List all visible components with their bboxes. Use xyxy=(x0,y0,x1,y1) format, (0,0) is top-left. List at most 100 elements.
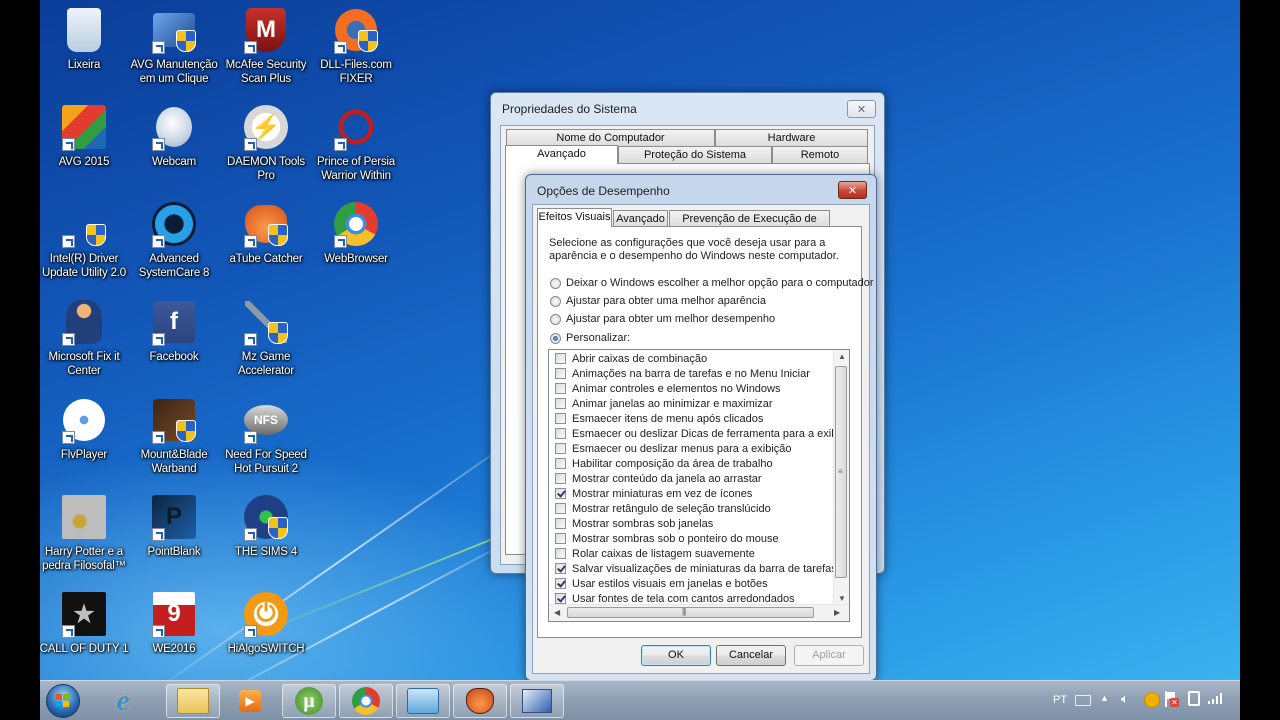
desktop-icon[interactable]: Mz Game Accelerator xyxy=(220,298,312,378)
checkbox[interactable] xyxy=(555,548,566,559)
radio-best-performance[interactable]: Ajustar para obter um melhor desempenho xyxy=(550,313,775,325)
vertical-scroll-thumb[interactable]: ≡ xyxy=(835,366,847,578)
action-center-flag-icon[interactable]: ✕ xyxy=(1165,691,1179,707)
tab-nome-do-computador[interactable]: Nome do Computador xyxy=(506,129,715,146)
checkbox[interactable] xyxy=(555,533,566,544)
effect-option[interactable]: Mostrar miniaturas em vez de ícones xyxy=(555,486,752,501)
visual-effects-list[interactable]: Abrir caixas de combinação Animações na b… xyxy=(548,349,850,622)
effect-option[interactable]: Mostrar retângulo de seleção translúcido xyxy=(555,501,771,516)
horizontal-scroll-thumb[interactable]: ||| xyxy=(567,607,814,618)
desktop-icon[interactable]: Lixeira xyxy=(40,6,130,72)
tab-protecao-do-sistema[interactable]: Proteção do Sistema xyxy=(618,146,772,163)
scroll-down-arrow-icon[interactable]: ▼ xyxy=(838,594,846,603)
radio-button[interactable] xyxy=(550,277,561,289)
tab-remoto[interactable]: Remoto xyxy=(772,146,868,163)
tab-avancado[interactable]: Avançado xyxy=(505,145,618,164)
desktop-icon[interactable]: P PointBlank xyxy=(128,493,220,559)
scroll-left-arrow-icon[interactable]: ◀ xyxy=(554,608,560,617)
checkbox[interactable] xyxy=(555,578,566,589)
taskbar-item[interactable] xyxy=(166,684,220,718)
desktop-icon[interactable]: AVG Manutenção em um Clique xyxy=(128,6,220,86)
close-button[interactable]: ✕ xyxy=(838,181,867,199)
volume-icon[interactable]: 🔈︎ xyxy=(1121,691,1129,707)
effect-option[interactable]: Mostrar conteúdo da janela ao arrastar xyxy=(555,471,762,486)
effect-option[interactable]: Salvar visualizações de miniaturas da ba… xyxy=(555,561,837,576)
checkbox[interactable] xyxy=(555,398,566,409)
effect-option[interactable]: Mostrar sombras sob janelas xyxy=(555,516,713,531)
effect-option[interactable]: Esmaecer ou deslizar menus para a exibiç… xyxy=(555,441,792,456)
taskbar-item[interactable] xyxy=(510,684,564,718)
effect-option[interactable]: Esmaecer itens de menu após clicados xyxy=(555,411,763,426)
taskbar-item[interactable]: ▶ xyxy=(223,684,277,718)
checkbox[interactable] xyxy=(555,458,566,469)
scroll-up-arrow-icon[interactable]: ▲ xyxy=(838,352,846,361)
radio-let-windows-choose[interactable]: Deixar o Windows escolher a melhor opção… xyxy=(550,277,874,289)
effect-option[interactable]: Abrir caixas de combinação xyxy=(555,351,707,366)
checkbox[interactable] xyxy=(555,488,566,499)
radio-best-appearance[interactable]: Ajustar para obter uma melhor aparência xyxy=(550,295,766,307)
tab-prevencao-execucao-dados[interactable]: Prevenção de Execução de Dados xyxy=(669,210,830,242)
desktop-icon[interactable]: DLL-Files.com FIXER xyxy=(310,6,402,86)
radio-button[interactable] xyxy=(550,313,561,325)
desktop-icon[interactable]: Webcam xyxy=(128,103,220,169)
desktop-icon[interactable]: M McAfee Security Scan Plus xyxy=(220,6,312,86)
desktop-icon[interactable]: Mount&Blade Warband xyxy=(128,396,220,476)
desktop-icon[interactable]: THE SIMS 4 xyxy=(220,493,312,559)
checkbox[interactable] xyxy=(555,413,566,424)
ok-button[interactable]: OK xyxy=(641,645,711,666)
signal-bars-icon[interactable] xyxy=(1208,692,1224,704)
checkbox[interactable] xyxy=(555,563,566,574)
desktop-icon[interactable]: ★ CALL OF DUTY 1 xyxy=(40,590,130,656)
desktop-icon[interactable]: Harry Potter e a pedra Filosofal™ xyxy=(40,493,130,573)
taskbar-item[interactable]: µ xyxy=(282,684,336,718)
taskbar-item[interactable] xyxy=(339,684,393,718)
cancel-button[interactable]: Cancelar xyxy=(716,645,786,666)
desktop-icon[interactable]: ⏻ HiAlgoSWITCH xyxy=(220,590,312,656)
desktop-icon[interactable]: NFS Need For Speed Hot Pursuit 2 xyxy=(220,396,312,476)
checkbox[interactable] xyxy=(555,593,566,604)
taskbar-item[interactable]: e xyxy=(96,684,150,718)
effect-option[interactable]: Mostrar sombras sob o ponteiro do mouse xyxy=(555,531,779,546)
effect-option[interactable]: Esmaecer ou deslizar Dicas de ferramenta… xyxy=(555,426,849,441)
effect-option[interactable]: Usar estilos visuais em janelas e botões xyxy=(555,576,768,591)
checkbox[interactable] xyxy=(555,353,566,364)
radio-button[interactable] xyxy=(550,332,561,344)
checkbox[interactable] xyxy=(555,473,566,484)
desktop-icon[interactable]: WebBrowser xyxy=(310,200,402,266)
checkbox[interactable] xyxy=(555,428,566,439)
close-button[interactable]: ✕ xyxy=(847,100,876,118)
desktop-icon[interactable]: f Facebook xyxy=(128,298,220,364)
desktop-icon[interactable]: aTube Catcher xyxy=(220,200,312,266)
checkbox[interactable] xyxy=(555,368,566,379)
start-button[interactable] xyxy=(40,684,88,718)
power-switch-icon[interactable] xyxy=(1144,692,1160,708)
tab-avancado[interactable]: Avançado xyxy=(613,210,668,227)
taskbar-item[interactable] xyxy=(453,684,507,718)
checkbox[interactable] xyxy=(555,518,566,529)
tab-hardware[interactable]: Hardware xyxy=(715,129,868,146)
desktop-icon[interactable]: Microsoft Fix it Center xyxy=(40,298,130,378)
language-indicator[interactable]: PT xyxy=(1053,694,1067,706)
effect-option[interactable]: Animações na barra de tarefas e no Menu … xyxy=(555,366,810,381)
taskbar-item[interactable] xyxy=(396,684,450,718)
desktop-icon[interactable]: FlvPlayer xyxy=(40,396,130,462)
checkbox[interactable] xyxy=(555,383,566,394)
desktop-icon[interactable]: ⚡ DAEMON Tools Pro xyxy=(220,103,312,183)
effect-option[interactable]: Rolar caixas de listagem suavemente xyxy=(555,546,755,561)
checkbox[interactable] xyxy=(555,443,566,454)
effect-option[interactable]: Animar janelas ao minimizar e maximizar xyxy=(555,396,773,411)
show-hidden-icons-arrow[interactable]: ▲ xyxy=(1100,693,1109,703)
horizontal-scrollbar[interactable]: ◀ ||| ▶ xyxy=(549,604,849,621)
desktop-icon[interactable]: 9 WE2016 xyxy=(128,590,220,656)
scroll-right-arrow-icon[interactable]: ▶ xyxy=(834,608,840,617)
radio-button[interactable] xyxy=(550,295,561,307)
desktop-icon[interactable]: AVG 2015 xyxy=(40,103,130,169)
desktop-icon[interactable]: Prince of Persia Warrior Within xyxy=(310,103,402,183)
checkbox[interactable] xyxy=(555,503,566,514)
tab-efeitos-visuais[interactable]: Efeitos Visuais xyxy=(537,208,612,227)
power-plug-icon[interactable] xyxy=(1188,691,1200,706)
effect-option[interactable]: Animar controles e elementos no Windows xyxy=(555,381,780,396)
radio-custom[interactable]: Personalizar: xyxy=(550,332,630,344)
apply-button[interactable]: Aplicar xyxy=(794,645,864,666)
effect-option[interactable]: Habilitar composição da área de trabalho xyxy=(555,456,773,471)
